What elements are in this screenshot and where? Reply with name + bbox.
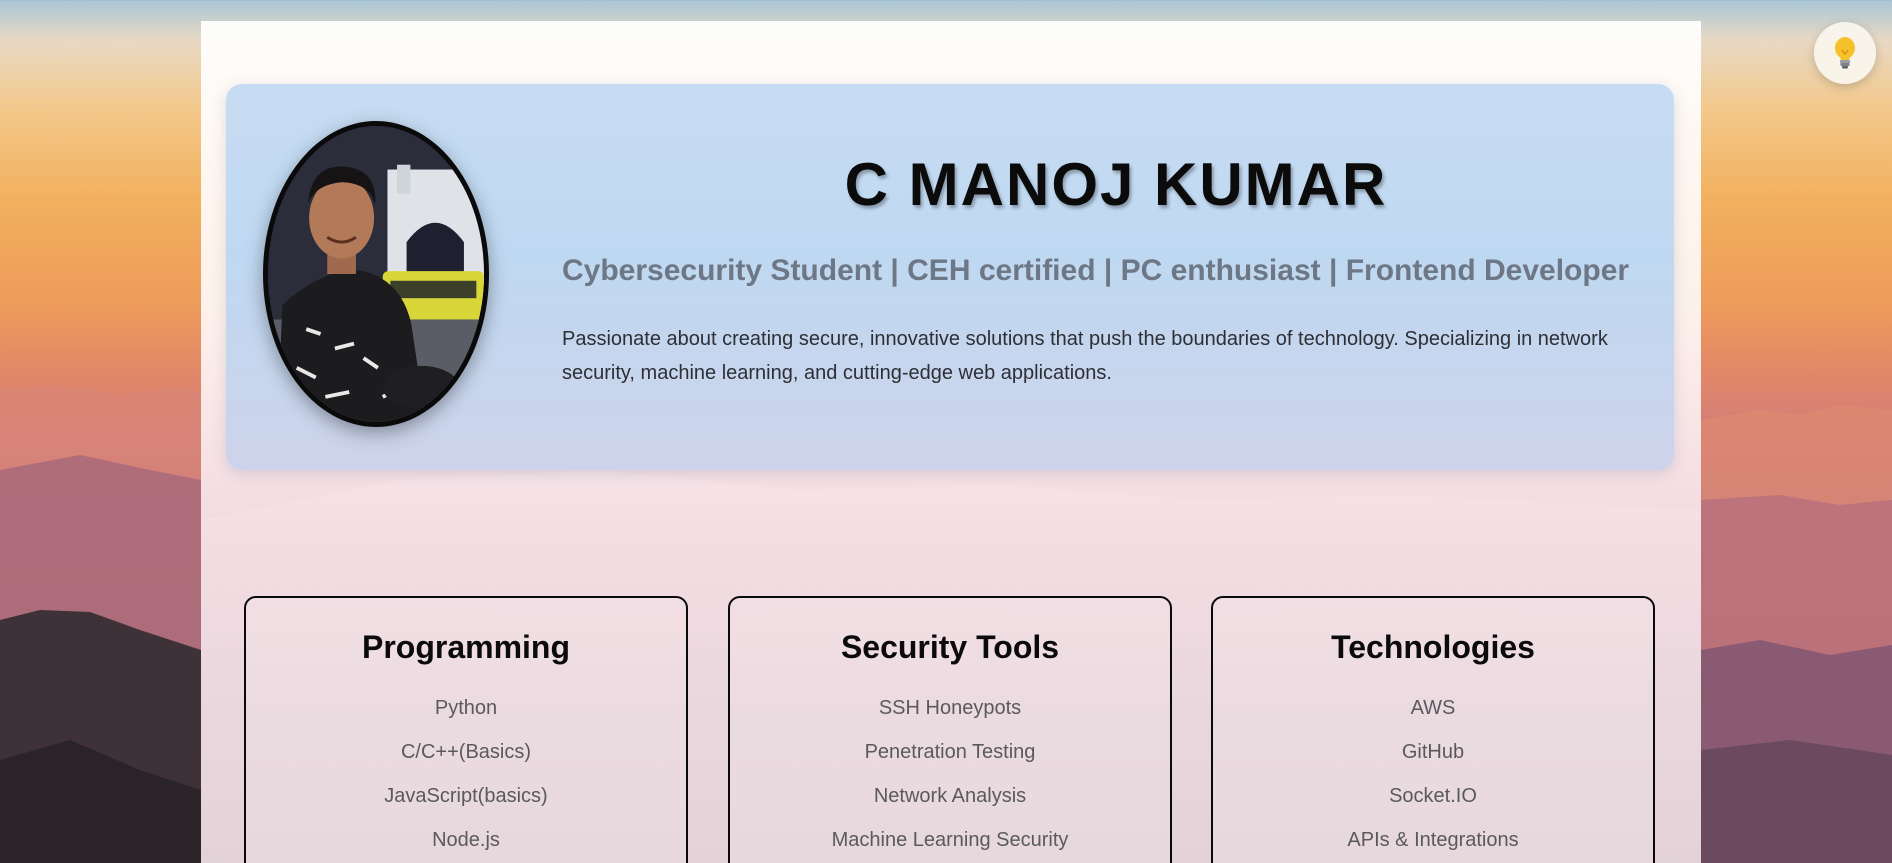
skill-item: Machine Learning Security <box>831 829 1069 851</box>
skill-item: Penetration Testing <box>864 741 1036 763</box>
page-container: C MANOJ KUMAR Cybersecurity Student | CE… <box>201 21 1701 863</box>
skill-card-title: Security Tools <box>840 629 1060 665</box>
theme-toggle-button[interactable] <box>1814 22 1876 84</box>
skill-item: AWS <box>1410 697 1456 719</box>
skill-item: JavaScript(basics) <box>384 785 548 807</box>
skill-list: Python C/C++(Basics) JavaScript(basics) … <box>246 686 686 862</box>
profile-bio: Passionate about creating secure, innova… <box>562 328 1608 384</box>
skill-item: APIs & Integrations <box>1347 829 1519 851</box>
skill-item: Python <box>434 697 498 719</box>
skill-card-programming: Programming Python C/C++(Basics) JavaScr… <box>244 596 688 863</box>
skill-item: GitHub <box>1401 741 1465 763</box>
skill-card-security-tools: Security Tools SSH Honeypots Penetration… <box>728 596 1172 863</box>
skill-item: Network Analysis <box>873 785 1027 807</box>
skill-card-title: Technologies <box>1331 629 1535 665</box>
skill-item: Socket.IO <box>1389 785 1477 807</box>
skill-card-title: Programming <box>361 629 571 665</box>
skill-item: C/C++(Basics) <box>400 741 532 763</box>
skill-item: Node.js <box>432 829 500 851</box>
skill-item: SSH Honeypots <box>878 697 1022 719</box>
profile-name: C MANOJ KUMAR <box>844 151 1388 218</box>
profile-header: C MANOJ KUMAR Cybersecurity Student | CE… <box>226 84 1674 470</box>
profile-photo <box>263 121 489 427</box>
skill-list: AWS GitHub Socket.IO APIs & Integrations <box>1213 686 1653 862</box>
profile-tagline: Cybersecurity Student | CEH certified | … <box>562 254 1630 287</box>
skill-card-technologies: Technologies AWS GitHub Socket.IO APIs &… <box>1211 596 1655 863</box>
skill-list: SSH Honeypots Penetration Testing Networ… <box>730 686 1170 862</box>
lightbulb-icon <box>1835 37 1855 69</box>
